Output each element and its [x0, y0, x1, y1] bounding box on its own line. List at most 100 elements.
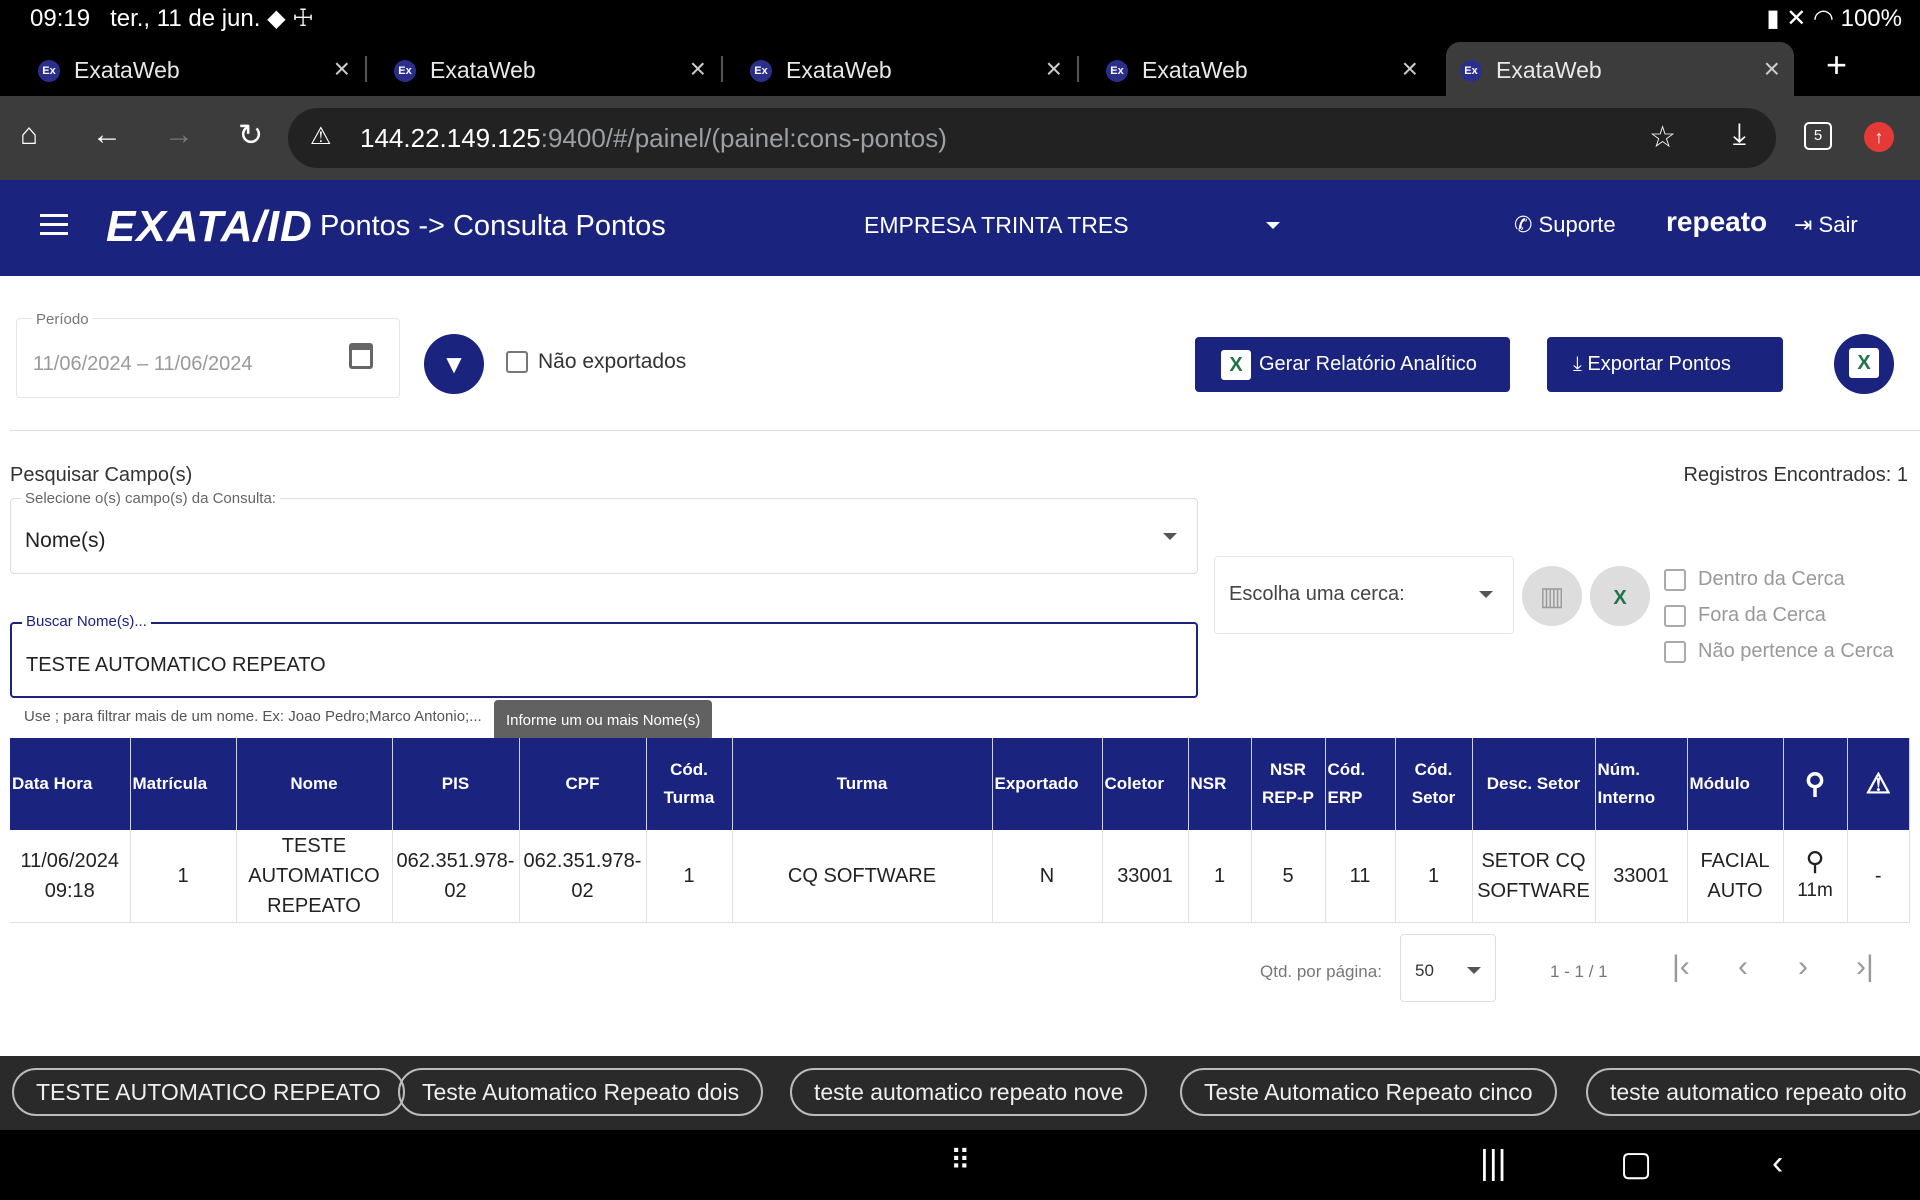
calendar-icon[interactable]: [349, 343, 373, 369]
nao-exportados-label: Não exportados: [538, 350, 687, 373]
col-nsr-rep-p[interactable]: NSR REP-P: [1251, 738, 1326, 830]
browser-tab-1[interactable]: Ex ExataWeb ×: [24, 42, 367, 96]
apps-grid-icon[interactable]: ⠿: [950, 1144, 971, 1177]
periodo-value[interactable]: 11/06/2024 – 11/06/2024: [33, 353, 252, 376]
nao-exportados-checkbox[interactable]: Não exportados: [506, 350, 686, 374]
col-turma[interactable]: Turma: [732, 738, 993, 830]
suggestion-chip[interactable]: TESTE AUTOMATICO REPEATO: [12, 1068, 405, 1116]
checkbox-box[interactable]: [506, 351, 528, 374]
chevron-down-icon[interactable]: [1266, 222, 1280, 229]
fora-cerca-checkbox[interactable]: Fora da Cerca: [1664, 604, 1826, 627]
previous-page-icon[interactable]: ‹: [1738, 950, 1748, 984]
bookmark-star-icon[interactable]: ☆: [1649, 120, 1676, 155]
next-page-icon[interactable]: ›: [1798, 950, 1808, 984]
not-secure-warning-icon[interactable]: ⚠: [310, 122, 332, 151]
logout-button[interactable]: ⇥ Sair: [1794, 212, 1858, 238]
location-pin-icon[interactable]: ⚲: [1784, 846, 1847, 876]
tab-title: ExataWeb: [430, 57, 536, 83]
home-icon[interactable]: ⌂: [20, 118, 38, 152]
page-size-select[interactable]: 50: [1400, 934, 1496, 1002]
back-nav-icon[interactable]: ‹: [1772, 1144, 1783, 1183]
profile-update-icon[interactable]: ↑: [1864, 122, 1894, 152]
col-cod-setor[interactable]: Cód. Setor: [1395, 738, 1473, 830]
cell-location[interactable]: ⚲ 11m: [1783, 830, 1848, 923]
col-matricula[interactable]: Matrícula: [130, 738, 237, 830]
filter-button[interactable]: ▼: [424, 334, 484, 394]
col-coletor[interactable]: Coletor: [1102, 738, 1189, 830]
cerca-select[interactable]: Escolha uma cerca:: [1214, 556, 1514, 634]
col-modulo[interactable]: Módulo: [1687, 738, 1784, 830]
first-page-icon[interactable]: |‹: [1672, 950, 1690, 984]
tab-count-button[interactable]: 5: [1804, 122, 1832, 150]
checkbox-box[interactable]: [1664, 568, 1686, 591]
recents-icon[interactable]: |||: [1480, 1144, 1507, 1183]
home-nav-icon[interactable]: ▢: [1620, 1144, 1652, 1184]
field-select-label: Selecione o(s) campo(s) da Consulta:: [21, 490, 280, 507]
cerca-excel-button[interactable]: X: [1590, 566, 1650, 626]
col-num-interno[interactable]: Núm. Interno: [1595, 738, 1688, 830]
col-cod-turma[interactable]: Cód. Turma: [646, 738, 733, 830]
name-search-value[interactable]: TESTE AUTOMATICO REPEATO: [26, 654, 326, 677]
close-tab-icon[interactable]: ×: [1764, 53, 1780, 85]
col-desc-setor[interactable]: Desc. Setor: [1472, 738, 1596, 830]
chevron-down-icon[interactable]: [1479, 591, 1493, 598]
dentro-cerca-checkbox[interactable]: Dentro da Cerca: [1664, 568, 1845, 591]
close-tab-icon[interactable]: ×: [334, 53, 350, 85]
checkbox-box[interactable]: [1664, 604, 1686, 627]
chevron-down-icon[interactable]: [1467, 967, 1481, 974]
browser-tab-5-active[interactable]: Ex ExataWeb ×: [1446, 42, 1794, 96]
close-tab-icon[interactable]: ×: [1402, 53, 1418, 85]
last-page-icon[interactable]: ›|: [1856, 950, 1874, 984]
field-select-value[interactable]: Nome(s): [25, 529, 106, 553]
company-select[interactable]: EMPRESA TRINTA TRES: [864, 212, 1129, 239]
suggestion-chip[interactable]: Teste Automatico Repeato dois: [398, 1068, 764, 1116]
status-time: 09:19: [30, 5, 91, 32]
page-size-value[interactable]: 50: [1415, 961, 1434, 981]
autocomplete-suggestions-bar: TESTE AUTOMATICO REPEATO Teste Automatic…: [0, 1056, 1920, 1130]
col-cpf[interactable]: CPF: [519, 738, 647, 830]
map-button[interactable]: ▥: [1522, 566, 1582, 626]
col-exportado[interactable]: Exportado: [992, 738, 1103, 830]
col-nome[interactable]: Nome: [236, 738, 393, 830]
url-bar[interactable]: ⚠ 144.22.149.125:9400/#/painel/(painel:c…: [288, 108, 1776, 168]
periodo-date-range[interactable]: Período 11/06/2024 – 11/06/2024: [16, 311, 400, 398]
excel-export-button[interactable]: X: [1834, 334, 1894, 394]
col-pis[interactable]: PIS: [392, 738, 520, 830]
col-nsr[interactable]: NSR: [1188, 738, 1252, 830]
reload-icon[interactable]: ↻: [238, 118, 263, 153]
filter-icon: ▼: [441, 349, 467, 379]
search-tooltip: Informe um ou mais Nome(s): [494, 700, 713, 741]
gerar-relatorio-button[interactable]: X Gerar Relatório Analítico: [1195, 337, 1510, 392]
close-tab-icon[interactable]: ×: [1046, 53, 1062, 85]
suporte-link[interactable]: ✆ Suporte: [1514, 212, 1616, 238]
cerca-placeholder[interactable]: Escolha uma cerca:: [1229, 583, 1405, 606]
close-tab-icon[interactable]: ×: [690, 53, 706, 85]
name-search-input[interactable]: Buscar Nome(s)... TESTE AUTOMATICO REPEA…: [10, 613, 1198, 698]
app-header: EXATA/ID Pontos -> Consulta Pontos EMPRE…: [0, 180, 1920, 276]
forward-icon[interactable]: →: [164, 118, 194, 152]
suggestion-chip[interactable]: teste automatico repeato nove: [790, 1068, 1148, 1116]
cell-pis: 062.351.978-02: [392, 830, 520, 923]
field-select[interactable]: Selecione o(s) campo(s) da Consulta: Nom…: [10, 490, 1198, 574]
new-tab-icon[interactable]: +: [1826, 44, 1847, 86]
hamburger-menu-icon[interactable]: [40, 214, 68, 241]
nao-pertence-cerca-checkbox[interactable]: Não pertence a Cerca: [1664, 640, 1894, 663]
suggestion-chip[interactable]: Teste Automatico Repeato cinco: [1180, 1068, 1557, 1116]
exportar-pontos-button[interactable]: ⤓ Exportar Pontos: [1547, 337, 1783, 392]
checkbox-box[interactable]: [1664, 640, 1686, 663]
cell-desc-setor: SETOR CQ SOFTWARE: [1472, 830, 1596, 923]
chevron-down-icon[interactable]: [1163, 533, 1177, 540]
col-data-hora[interactable]: Data Hora: [10, 738, 131, 830]
suggestion-chip[interactable]: teste automatico repeato oito: [1586, 1068, 1920, 1116]
col-cod-erp[interactable]: Cód. ERP: [1325, 738, 1396, 830]
download-icon: ⤓: [1573, 353, 1588, 375]
browser-tab-3[interactable]: Ex ExataWeb ×: [736, 42, 1079, 96]
paginator: Qtd. por página: 50 1 - 1 / 1 |‹ ‹ › ›|: [0, 934, 1920, 1004]
table-row[interactable]: 11/06/2024 09:18 1 TESTE AUTOMATICO REPE…: [10, 830, 1910, 923]
exata-favicon-icon: Ex: [38, 60, 60, 82]
browser-tab-4[interactable]: Ex ExataWeb ×: [1092, 42, 1432, 96]
url-text[interactable]: 144.22.149.125:9400/#/painel/(painel:con…: [360, 123, 947, 154]
download-icon[interactable]: ⤓: [1733, 118, 1746, 152]
back-icon[interactable]: ←: [92, 118, 122, 152]
browser-tab-2[interactable]: Ex ExataWeb ×: [380, 42, 723, 96]
